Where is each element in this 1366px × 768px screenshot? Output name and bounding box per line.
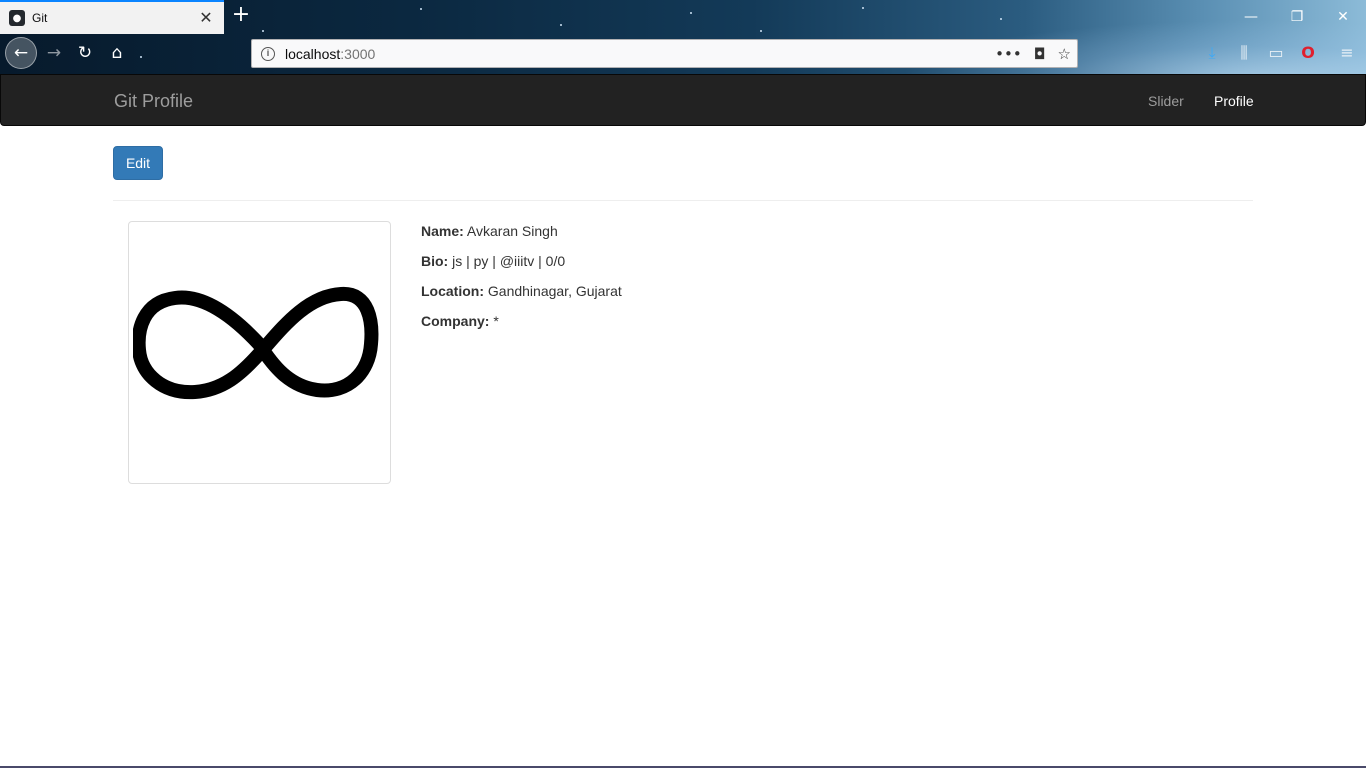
minimize-icon[interactable]: — (1237, 6, 1265, 28)
url-port: :3000 (340, 45, 376, 62)
forward-button[interactable]: → (40, 39, 68, 67)
profile-field-company: Company: * (421, 312, 622, 342)
profile-field-name: Name: Avkaran Singh (421, 222, 622, 252)
field-label: Company: (421, 313, 490, 329)
new-tab-button[interactable]: + (229, 4, 253, 28)
menu-icon[interactable]: ≡ (1335, 41, 1359, 65)
address-bar[interactable]: i localhost:3000 ••• ◘ ☆ (251, 39, 1078, 68)
profile-field-bio: Bio: js | py | @iiitv | 0/0 (421, 252, 622, 282)
infinity-icon (131, 287, 379, 400)
bookmark-star-icon[interactable]: ☆ (1058, 45, 1071, 63)
download-icon[interactable]: ⤓ (1200, 41, 1224, 65)
field-value: js | py | @iiitv | 0/0 (452, 253, 566, 269)
sidebar-icon[interactable]: ▭ (1264, 41, 1288, 65)
github-icon: ● (9, 10, 25, 26)
pocket-icon[interactable]: ◘ (1034, 45, 1046, 63)
field-value: Gandhinagar, Gujarat (487, 283, 622, 299)
reload-button[interactable]: ↻ (71, 39, 99, 67)
restore-icon[interactable]: ❐ (1283, 6, 1311, 28)
profile-info: Name: Avkaran Singh Bio: js | py | @iiit… (421, 222, 622, 342)
library-icon[interactable]: ⫼ (1232, 41, 1256, 65)
edit-button[interactable]: Edit (113, 146, 163, 180)
close-tab-icon[interactable]: ✕ (196, 8, 216, 28)
nav-link-profile[interactable]: Profile (1214, 93, 1254, 109)
field-value: Avkaran Singh (466, 223, 558, 239)
opera-icon[interactable]: O (1296, 41, 1320, 65)
navbar-brand[interactable]: Git Profile (114, 91, 193, 112)
back-button[interactable]: ← (5, 37, 37, 69)
profile-field-location: Location: Gandhinagar, Gujarat (421, 282, 622, 312)
app-navbar: Git Profile Slider Profile (0, 74, 1366, 126)
home-button[interactable]: ⌂ (103, 39, 131, 67)
field-label: Location: (421, 283, 484, 299)
avatar (128, 221, 391, 484)
field-label: Name: (421, 223, 464, 239)
info-icon[interactable]: i (261, 46, 275, 61)
browser-chrome: ● Git ✕ + — ❐ ✕ ← → ↻ ⌂ i localhost:3000… (0, 0, 1366, 74)
field-value: * (493, 313, 499, 329)
field-label: Bio: (421, 253, 449, 269)
page-actions-icon[interactable]: ••• (995, 45, 1022, 63)
close-icon[interactable]: ✕ (1329, 6, 1357, 28)
divider (113, 200, 1253, 201)
url-host: localhost (285, 45, 341, 62)
browser-tab[interactable]: ● Git ✕ (0, 0, 224, 34)
nav-link-slider[interactable]: Slider (1148, 93, 1184, 109)
tab-title: Git (32, 11, 48, 25)
